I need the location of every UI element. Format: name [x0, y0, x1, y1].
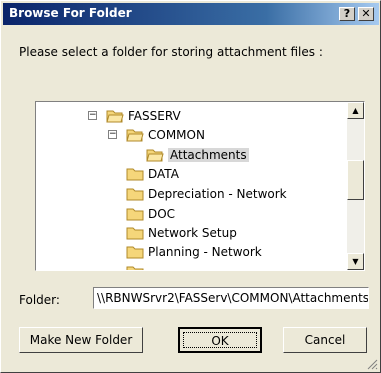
help-icon: ? — [343, 7, 351, 20]
tree-item-label: DATA — [148, 167, 179, 181]
scroll-down-button[interactable]: ▼ — [347, 253, 364, 270]
open-folder-icon — [106, 110, 124, 123]
down-arrow-icon: ▼ — [352, 257, 359, 266]
folder-icon — [126, 246, 144, 259]
close-icon: ✕ — [361, 7, 371, 20]
folder-icon — [126, 227, 144, 240]
make-new-folder-button[interactable]: Make New Folder — [19, 327, 143, 353]
cancel-button[interactable]: Cancel — [283, 327, 367, 353]
tree-item-label: Planning - Network — [148, 245, 262, 259]
folder-path-field[interactable]: \\RBNWSrvr2\FASServ\COMMON\Attachments — [93, 287, 369, 309]
vertical-scrollbar[interactable]: ▲ ▼ — [347, 102, 364, 270]
collapse-icon[interactable]: − — [108, 130, 117, 139]
help-button[interactable]: ? — [339, 7, 355, 21]
tree-item-label: FASSERV — [128, 109, 181, 123]
folder-icon — [126, 266, 144, 270]
ok-button[interactable]: OK — [178, 327, 262, 353]
resize-grip-icon[interactable] — [366, 358, 378, 370]
tree-item-label: Depreciation - Network — [148, 187, 287, 201]
tree-item-label: DOC — [148, 207, 176, 221]
tree-item-label: Attachments — [168, 148, 249, 162]
scroll-up-button[interactable]: ▲ — [347, 102, 364, 119]
up-arrow-icon: ▲ — [352, 106, 359, 115]
open-folder-icon — [126, 129, 144, 142]
title-bar[interactable]: Browse For Folder ? ✕ — [3, 3, 379, 25]
collapse-icon[interactable]: − — [88, 111, 97, 120]
tree-item-label: Network Setup — [148, 226, 237, 240]
folder-icon — [126, 168, 144, 181]
folder-icon — [126, 188, 144, 201]
focus-rectangle — [183, 332, 257, 348]
browse-for-folder-dialog: Browse For Folder ? ✕ Please select a fo… — [0, 0, 381, 373]
window-title: Browse For Folder — [9, 6, 132, 20]
open-folder-icon — [146, 149, 164, 162]
folder-icon — [126, 208, 144, 221]
scroll-thumb[interactable] — [347, 160, 364, 200]
folder-label: Folder: — [19, 293, 60, 307]
instruction-text: Please select a folder for storing attac… — [19, 45, 323, 59]
tree-item-label: COMMON — [148, 128, 205, 142]
folder-tree[interactable]: − FASSERV − COMMON Attachments DATA Depr… — [35, 101, 365, 271]
close-button[interactable]: ✕ — [358, 7, 374, 21]
